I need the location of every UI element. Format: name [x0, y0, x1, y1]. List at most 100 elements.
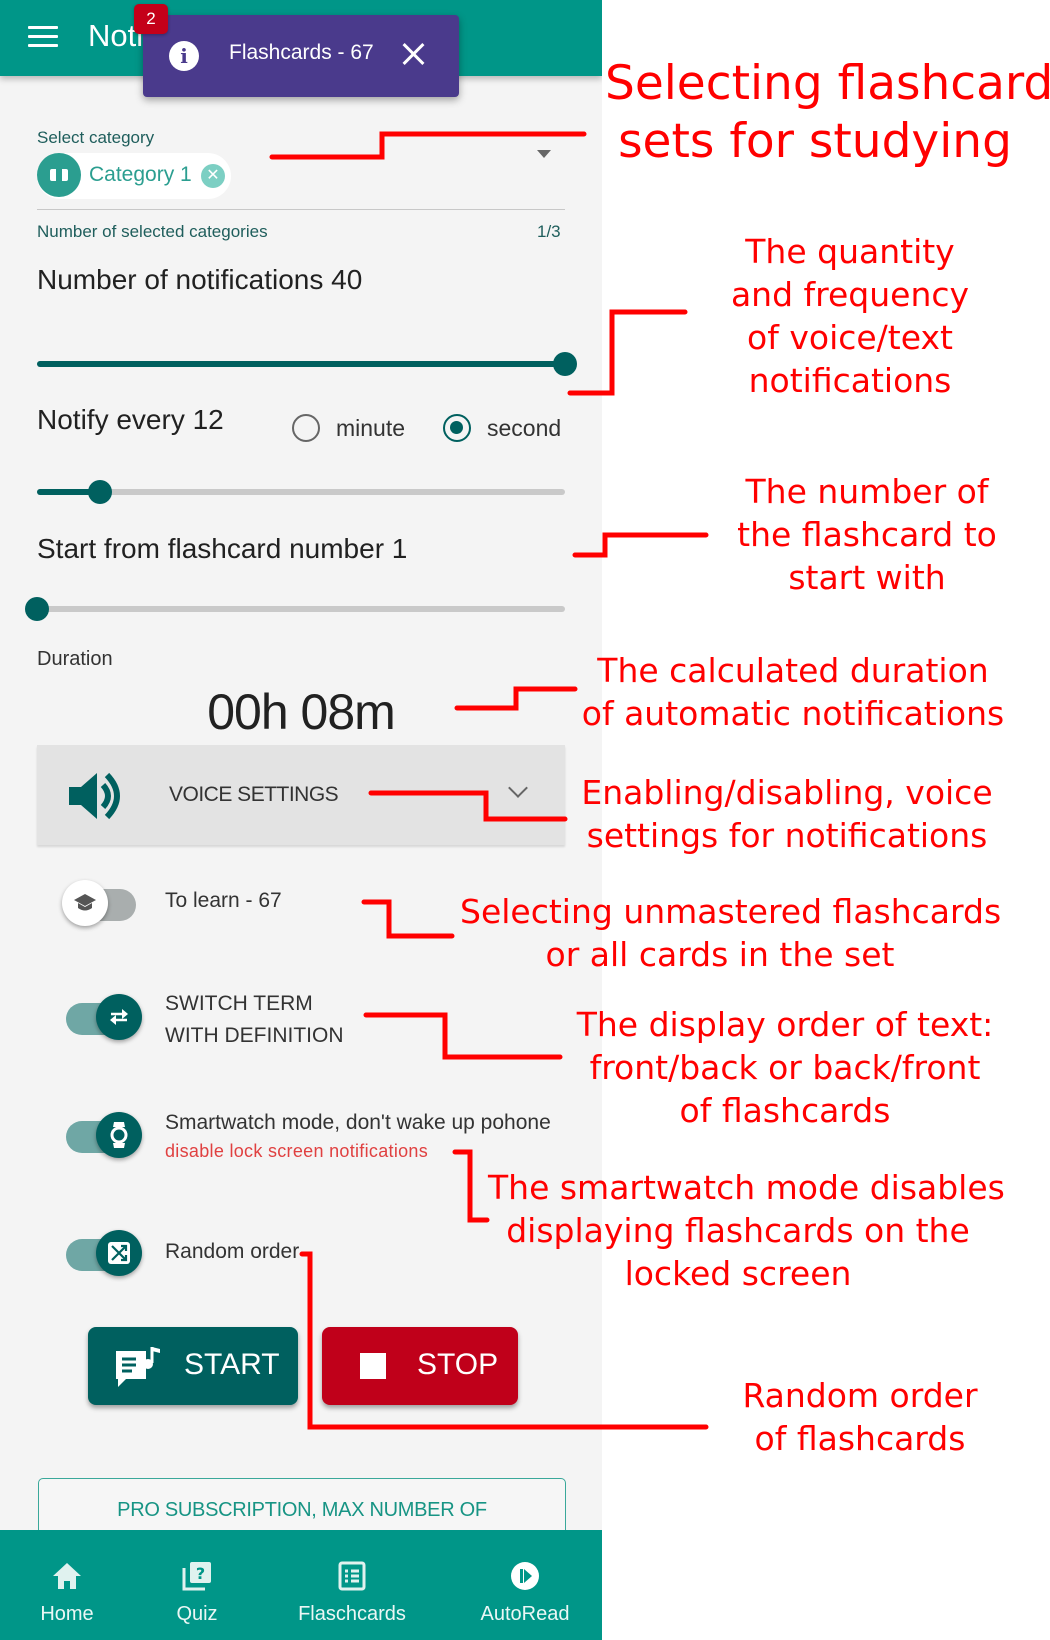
annotation-line: and frequency [730, 275, 970, 314]
smartwatch-sublabel: disable lock screen notifications [165, 1141, 429, 1161]
smartwatch-icon [110, 1122, 128, 1148]
annotation-duration: The calculated duration of automatic not… [578, 649, 1008, 735]
annotation-line: the flashcard to [737, 515, 997, 554]
to-learn-toggle[interactable] [62, 880, 142, 928]
radio-circle [292, 414, 320, 442]
annotation-line: Selecting unmastered flashcards [460, 892, 1002, 931]
graduation-cap-icon [74, 894, 96, 911]
notifications-count-slider[interactable] [37, 352, 577, 376]
toast-message: i Flashcards - 67 [143, 15, 459, 97]
nav-quiz-label: Quiz [176, 1603, 218, 1625]
annotation-line: or all cards in the set [545, 935, 895, 974]
category-dropdown-caret-icon[interactable] [537, 150, 551, 158]
remove-chip-icon[interactable]: ✕ [201, 164, 225, 188]
stop-square-icon [360, 1353, 386, 1379]
annotation-line: Random order [742, 1376, 978, 1415]
duration-label: Duration [37, 648, 113, 670]
voice-settings-panel[interactable]: VOICE SETTINGS [37, 745, 565, 845]
annotation-line: The quantity [745, 232, 955, 271]
nav-quiz[interactable]: ? Quiz [132, 1530, 262, 1640]
slider-thumb[interactable] [25, 597, 49, 621]
slider-thumb[interactable] [88, 480, 113, 504]
toggle-knob [96, 1112, 142, 1158]
annotation-line: start with [788, 558, 946, 597]
radio-circle [443, 414, 471, 442]
radio-minute-label: minute [336, 414, 406, 441]
annotation-line: The number of [745, 472, 989, 511]
nav-autoread[interactable]: AutoRead [455, 1530, 595, 1640]
notifications-count-heading: Number of notifications 40 [37, 264, 363, 295]
autoread-play-icon [511, 1562, 539, 1590]
category-icon [37, 153, 81, 197]
annotation-display-order: The display order of text: front/back or… [570, 1003, 1000, 1132]
slider-track [37, 606, 565, 612]
to-learn-label: To learn - 67 [165, 889, 282, 912]
switch-term-label-line1: SWITCH TERM [165, 992, 313, 1015]
random-order-label: Random order [165, 1240, 300, 1263]
chevron-down-icon[interactable] [508, 778, 528, 798]
category-chip[interactable]: Category 1 ✕ [37, 153, 231, 199]
voice-settings-label: VOICE SETTINGS [169, 783, 339, 806]
svg-text:?: ? [196, 1564, 205, 1583]
switch-term-toggle[interactable] [62, 994, 142, 1042]
toggle-knob [96, 994, 142, 1040]
nav-home[interactable]: Home [2, 1530, 132, 1640]
nav-flashcards-label: Flaschcards [298, 1603, 406, 1625]
annotation-line: The display order of text: [576, 1005, 994, 1044]
annotation-line: of flashcards [679, 1091, 891, 1130]
slider-track [37, 489, 565, 495]
home-icon [53, 1563, 81, 1589]
radio-minute[interactable]: minute [292, 414, 405, 442]
smartwatch-toggle[interactable] [62, 1112, 142, 1160]
smartwatch-label: Smartwatch mode, don't wake up pohone [165, 1111, 551, 1134]
annotation-line: displaying flashcards on the [506, 1211, 970, 1250]
toast-text: Flashcards - 67 [229, 41, 374, 64]
annotation-line: front/back or back/front [589, 1048, 981, 1087]
frequency-slider[interactable] [37, 480, 565, 504]
annotation-unmastered: Selecting unmastered flashcards or all c… [460, 890, 1002, 976]
annotation-start-number: The number of the flashcard to start wit… [712, 470, 1022, 599]
stop-button[interactable]: STOP [322, 1327, 518, 1405]
annotation-smartwatch: The smartwatch mode disables displaying … [488, 1166, 1005, 1295]
stop-button-label: STOP [417, 1348, 499, 1381]
annotation-line: of voice/text [747, 318, 953, 357]
annotation-line: Selecting flashcard [605, 56, 1050, 111]
annotation-line: The calculated duration [597, 651, 989, 690]
app-screen: Notifications 2 i Flashcards - 67 Select… [0, 0, 602, 1640]
start-button[interactable]: START [88, 1327, 298, 1405]
category-divider [37, 209, 565, 210]
selected-categories-label: Number of selected categories [37, 222, 268, 241]
random-order-toggle[interactable] [62, 1230, 142, 1278]
duration-value: 00h 08m [207, 684, 396, 740]
toggle-knob [62, 880, 108, 926]
category-chip-label: Category 1 [89, 163, 192, 186]
list-icon [338, 1561, 366, 1591]
slider-fill [37, 361, 565, 367]
radio-second[interactable]: second [443, 414, 561, 442]
close-icon[interactable] [398, 38, 430, 70]
hamburger-menu-icon[interactable] [28, 26, 58, 48]
annotation-line: sets for studying [618, 114, 1012, 169]
annotation-line: of automatic notifications [581, 694, 1005, 733]
annotation-line: Enabling/disabling, voice [581, 773, 993, 812]
start-from-slider[interactable] [25, 597, 565, 621]
selected-categories-count: 1/3 [537, 222, 561, 241]
nav-flashcards[interactable]: Flaschcards [272, 1530, 432, 1640]
select-category-label: Select category [37, 128, 155, 147]
annotation-random: Random order of flashcards [710, 1374, 1010, 1460]
notification-badge: 2 [134, 4, 168, 34]
annotation-line: settings for notifications [586, 816, 988, 855]
annotation-quantity: The quantity and frequency of voice/text… [690, 230, 1010, 402]
swap-arrows-icon [110, 1009, 128, 1025]
slider-thumb[interactable] [553, 352, 577, 376]
annotation-category: Selecting flashcard sets for studying [605, 55, 1050, 171]
nav-home-label: Home [40, 1603, 94, 1625]
quiz-icon: ? [182, 1562, 211, 1591]
annotation-line: of flashcards [754, 1419, 966, 1458]
speaker-icon [69, 772, 120, 820]
start-icon [116, 1347, 160, 1387]
annotation-line: locked screen [624, 1254, 852, 1293]
start-from-heading: Start from flashcard number 1 [37, 533, 408, 564]
nav-autoread-label: AutoRead [480, 1603, 570, 1625]
shuffle-icon [108, 1242, 130, 1264]
